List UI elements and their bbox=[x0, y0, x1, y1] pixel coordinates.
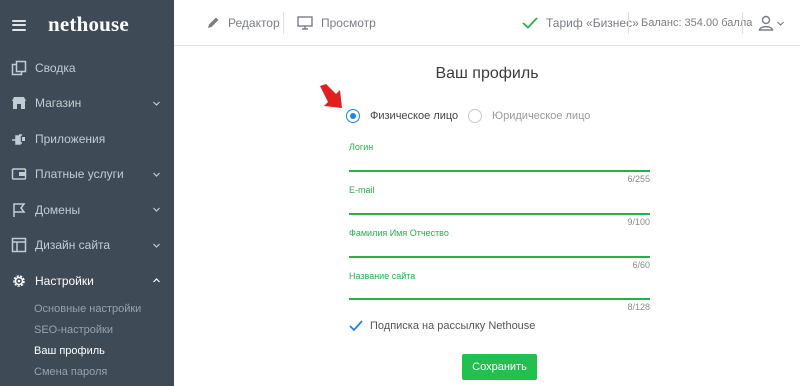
field-label: Фамилия Имя Отчество bbox=[349, 228, 449, 238]
page-title: Ваш профиль bbox=[435, 65, 539, 82]
sidebar-subitem-seo[interactable]: SEO-настройки bbox=[0, 320, 174, 341]
copy-icon bbox=[11, 60, 27, 76]
sidebar-item-domains[interactable]: Домены bbox=[0, 192, 174, 228]
flag-icon bbox=[11, 202, 27, 218]
chevron-down-icon bbox=[153, 101, 160, 106]
radio-individual-label: Физическое лицо bbox=[370, 110, 459, 122]
sidebar-header: nethouse bbox=[0, 0, 174, 50]
checkmark-icon bbox=[349, 320, 363, 332]
chevron-down-icon bbox=[153, 243, 160, 248]
sidebar: nethouse Сводка Магазин Приложения Платн… bbox=[0, 0, 174, 386]
chevron-down-icon bbox=[153, 172, 160, 177]
chevron-up-icon bbox=[153, 278, 160, 283]
profile-card: Ваш профиль Физическое лицо Юридическое … bbox=[174, 46, 800, 386]
sidebar-item-label: Приложения bbox=[35, 131, 106, 146]
subscribe-checkbox[interactable]: Подписка на рассылку Nethouse bbox=[349, 320, 535, 332]
radio-button-checked[interactable] bbox=[346, 109, 360, 123]
sidebar-item-label: Платные услуги bbox=[35, 167, 124, 182]
sidebar-item-settings[interactable]: Настройки bbox=[0, 263, 174, 299]
sidebar-item-store[interactable]: Магазин bbox=[0, 86, 174, 122]
editor-label: Редактор bbox=[228, 16, 280, 30]
sidebar-item-label: Домены bbox=[35, 202, 81, 217]
sidebar-item-label: Настройки bbox=[35, 273, 94, 288]
balance-label: Баланс: 354.00 балла bbox=[641, 17, 753, 29]
tariff-link[interactable]: Тариф «Бизнес» bbox=[522, 0, 639, 46]
tariff-label: Тариф «Бизнес» bbox=[546, 16, 639, 30]
plug-icon bbox=[11, 131, 27, 147]
user-icon bbox=[758, 15, 774, 31]
sidebar-item-apps[interactable]: Приложения bbox=[0, 121, 174, 157]
field-underline bbox=[349, 256, 650, 258]
user-menu-button[interactable] bbox=[758, 0, 784, 46]
chevron-down-icon bbox=[153, 207, 160, 212]
fullname-field[interactable]: Фамилия Имя Отчество 6/60 bbox=[349, 228, 650, 270]
char-counter: 6/60 bbox=[632, 260, 650, 270]
sidebar-subitem-profile[interactable]: Ваш профиль bbox=[0, 341, 174, 362]
hamburger-icon[interactable] bbox=[12, 19, 26, 31]
pencil-icon bbox=[208, 17, 219, 28]
radio-individual[interactable]: Физическое лицо bbox=[346, 108, 458, 124]
sidebar-item-design[interactable]: Дизайн сайта bbox=[0, 228, 174, 264]
field-label: E-mail bbox=[349, 185, 375, 195]
char-counter: 6/255 bbox=[627, 174, 650, 184]
topbar: Редактор Просмотр Тариф «Бизнес» Баланс:… bbox=[174, 0, 800, 46]
sidebar-item-label: Магазин bbox=[35, 96, 82, 111]
site-name-field[interactable]: Название сайта 8/128 bbox=[349, 271, 650, 312]
email-field[interactable]: E-mail 9/100 bbox=[349, 185, 650, 227]
login-field[interactable]: Логин 6/255 bbox=[349, 142, 650, 184]
field-label: Название сайта bbox=[349, 271, 416, 281]
checkmark-icon bbox=[522, 17, 538, 29]
subscribe-label: Подписка на рассылку Nethouse bbox=[370, 320, 536, 332]
save-button[interactable]: Сохранить bbox=[462, 354, 537, 380]
divider bbox=[628, 12, 629, 34]
field-underline bbox=[349, 170, 650, 172]
radio-legal[interactable]: Юридическое лицо bbox=[468, 108, 590, 124]
editor-button[interactable]: Редактор bbox=[206, 0, 280, 46]
monitor-icon bbox=[297, 16, 313, 30]
layout-icon bbox=[11, 237, 27, 253]
divider bbox=[283, 12, 284, 34]
preview-button[interactable]: Просмотр bbox=[297, 0, 376, 46]
logo[interactable]: nethouse bbox=[48, 12, 129, 37]
red-arrow-icon bbox=[320, 84, 342, 108]
divider bbox=[742, 12, 743, 34]
char-counter: 9/100 bbox=[627, 217, 650, 227]
field-underline bbox=[349, 298, 650, 300]
chevron-down-icon bbox=[777, 21, 784, 26]
store-icon bbox=[11, 95, 27, 111]
sidebar-subitem-change-password[interactable]: Смена пароля bbox=[0, 362, 174, 383]
field-label: Логин bbox=[349, 142, 374, 152]
wallet-icon bbox=[11, 166, 27, 182]
gear-icon bbox=[11, 273, 27, 289]
field-underline bbox=[349, 213, 650, 215]
preview-label: Просмотр bbox=[321, 16, 376, 30]
sidebar-subitem-basic-settings[interactable]: Основные настройки bbox=[0, 299, 174, 320]
sidebar-item-label: Дизайн сайта bbox=[35, 238, 111, 253]
char-counter: 8/128 bbox=[627, 302, 650, 312]
radio-legal-label: Юридическое лицо bbox=[492, 110, 591, 122]
sidebar-item-paid-services[interactable]: Платные услуги bbox=[0, 157, 174, 193]
radio-button[interactable] bbox=[468, 109, 482, 123]
sidebar-item-summary[interactable]: Сводка bbox=[0, 50, 174, 86]
sidebar-item-label: Сводка bbox=[35, 60, 76, 75]
